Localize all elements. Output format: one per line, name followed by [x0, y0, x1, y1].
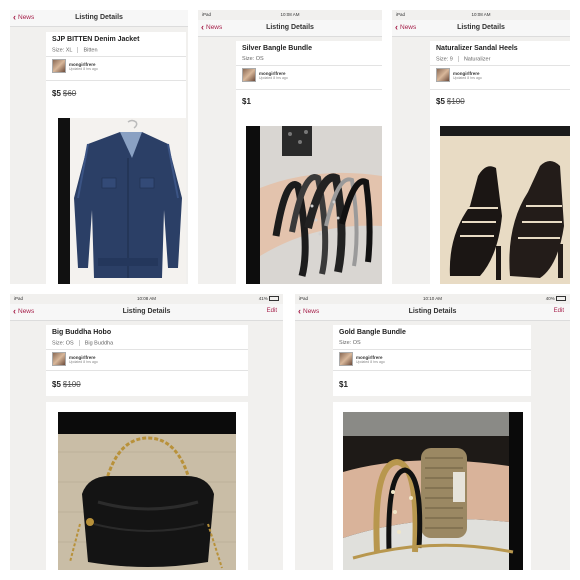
- original-price: $100: [62, 380, 81, 389]
- panel-sandal-heels: iPad 10:08 AM ‹ News Listing Details Natu…: [392, 10, 570, 284]
- panel-denim-jacket: ‹ News Listing Details SJP BITTEN Denim J…: [10, 10, 188, 284]
- edit-button[interactable]: Edit: [554, 308, 564, 314]
- updated-time: Updated 8 hrs ago: [356, 359, 385, 364]
- avatar: [242, 68, 256, 82]
- updated-time: Updated 8 hrs ago: [69, 66, 98, 71]
- price: $5 $60: [52, 89, 77, 98]
- seller-name: mongirlfrere: [356, 354, 383, 360]
- status-time: 10:08 AM: [280, 12, 300, 17]
- seller-row[interactable]: mongirlfrere Updated 8 hrs ago: [52, 59, 98, 73]
- photo-card: [236, 116, 382, 284]
- size-label: Size: XL: [52, 47, 73, 54]
- status-bar: iPad 10:08 AM: [198, 10, 382, 20]
- edit-button[interactable]: Edit: [267, 308, 277, 314]
- avatar: [52, 59, 66, 73]
- brand-label: Bitten: [83, 47, 98, 54]
- avatar: [52, 352, 66, 366]
- nav-title: Listing Details: [408, 308, 457, 315]
- panel-gold-bangles: iPad 10:10 AM 40% ‹ News Listing Details …: [295, 294, 570, 570]
- listing-title: Silver Bangle Bundle: [242, 45, 313, 52]
- listing-card: SJP BITTEN Denim Jacket Size: XL Bitten m…: [46, 32, 186, 114]
- updated-time: Updated 8 hrs ago: [69, 359, 98, 364]
- seller-name: mongirlfrere: [69, 61, 96, 67]
- listing-title: Gold Bangle Bundle: [339, 329, 406, 336]
- listing-meta: Size: XL Bitten: [52, 47, 98, 53]
- price: $5 $100: [436, 97, 465, 106]
- listing-title: Naturalizer Sandal Heels: [436, 45, 518, 52]
- battery-indicator: 40%: [546, 296, 566, 302]
- listing-photo[interactable]: [246, 126, 382, 284]
- size-label: Size: OS: [339, 340, 361, 346]
- listing-photo[interactable]: [58, 412, 236, 570]
- price: $5 $100: [52, 380, 81, 389]
- price-card: $1: [333, 372, 531, 396]
- listing-photo[interactable]: [58, 118, 186, 284]
- nav-title: Listing Details: [75, 14, 123, 21]
- status-bar: iPad 10:08 AM 41%: [10, 294, 283, 304]
- nav-bar: ‹ News Listing Details Edit: [10, 304, 283, 321]
- nav-bar: ‹ News Listing Details: [198, 20, 382, 37]
- size-label: Size: 9: [436, 56, 453, 63]
- updated-time: Updated 8 hrs ago: [453, 75, 482, 80]
- seller-row[interactable]: mongirlfrere Updated 8 hrs ago: [339, 352, 385, 366]
- seller-row[interactable]: mongirlfrere Updated 8 hrs ago: [242, 68, 288, 82]
- brand-label: Naturalizer: [463, 56, 491, 63]
- listing-title: SJP BITTEN Denim Jacket: [52, 36, 140, 43]
- price: $1: [242, 97, 251, 106]
- status-time: 10:08 AM: [471, 12, 491, 17]
- photo-card: [46, 402, 248, 570]
- listing-meta: Size: OS: [242, 56, 264, 62]
- size-label: Size: OS: [242, 56, 264, 62]
- listing-meta: Size: OS Big Buddha: [52, 340, 113, 346]
- nav-title: Listing Details: [457, 24, 505, 31]
- original-price: $60: [62, 89, 77, 98]
- listing-card: Naturalizer Sandal Heels Size: 9 Naturali…: [430, 41, 570, 119]
- listing-photo[interactable]: [343, 412, 523, 570]
- avatar: [339, 352, 353, 366]
- status-bar: iPad 10:08 AM: [392, 10, 570, 20]
- battery-icon: [269, 296, 279, 302]
- price-card: $5 $100: [46, 372, 248, 396]
- status-bar: iPad 10:10 AM 40%: [295, 294, 570, 304]
- seller-name: mongirlfrere: [259, 70, 286, 76]
- size-label: Size: OS: [52, 340, 74, 347]
- nav-title: Listing Details: [122, 308, 171, 315]
- nav-bar: ‹ News Listing Details: [10, 10, 188, 27]
- seller-row[interactable]: mongirlfrere Updated 8 hrs ago: [52, 352, 98, 366]
- brand-label: Big Buddha: [84, 340, 114, 347]
- listing-photo[interactable]: [440, 126, 570, 284]
- photo-card: [46, 108, 186, 284]
- nav-bar: ‹ News Listing Details Edit: [295, 304, 570, 321]
- photo-card: [333, 402, 531, 570]
- listing-title: Big Buddha Hobo: [52, 329, 112, 336]
- updated-time: Updated 8 hrs ago: [259, 75, 288, 80]
- status-time: 10:08 AM: [136, 296, 156, 301]
- listing-meta: Size: 9 Naturalizer: [436, 56, 490, 62]
- seller-name: mongirlfrere: [69, 354, 96, 360]
- original-price: $100: [446, 97, 465, 106]
- listing-meta: Size: OS: [339, 340, 361, 346]
- avatar: [436, 68, 450, 82]
- battery-indicator: 41%: [259, 296, 279, 302]
- photo-card: [430, 116, 570, 284]
- panel-silver-bangles: iPad 10:08 AM ‹ News Listing Details Silv…: [198, 10, 382, 284]
- listing-card: Silver Bangle Bundle Size: OS mongirlfre…: [236, 41, 382, 119]
- panel-hobo-bag: iPad 10:08 AM 41% ‹ News Listing Details …: [10, 294, 283, 570]
- nav-bar: ‹ News Listing Details: [392, 20, 570, 37]
- battery-icon: [556, 296, 566, 302]
- price: $1: [339, 380, 348, 389]
- seller-name: mongirlfrere: [453, 70, 480, 76]
- seller-row[interactable]: mongirlfrere Updated 8 hrs ago: [436, 68, 482, 82]
- nav-title: Listing Details: [266, 24, 314, 31]
- status-time: 10:10 AM: [422, 296, 442, 301]
